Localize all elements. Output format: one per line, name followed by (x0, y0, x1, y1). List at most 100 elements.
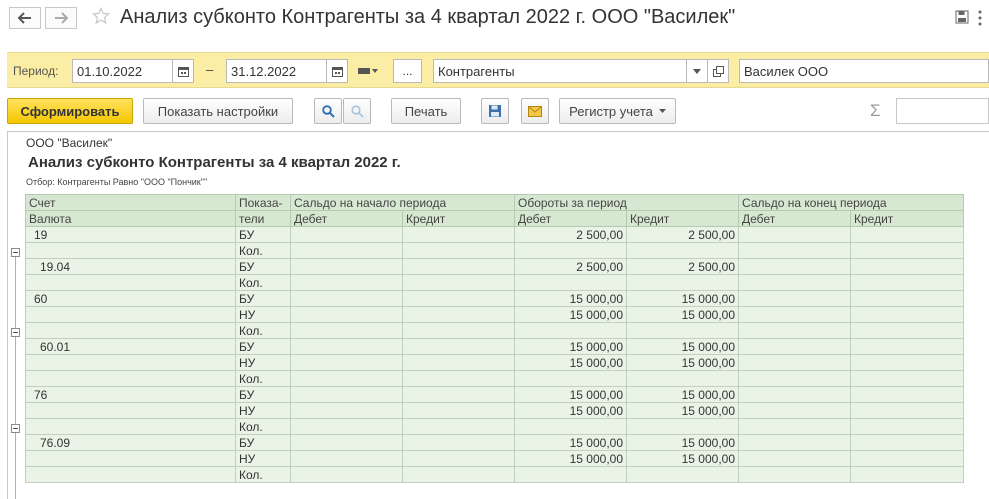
table-row[interactable]: Кол. (25, 274, 965, 291)
row-closing-credit (850, 226, 965, 243)
row-account (25, 418, 236, 435)
row-opening-credit (402, 450, 515, 467)
row-turnover-credit (625, 274, 740, 291)
date-to-input[interactable]: 31.12.2022 (226, 59, 327, 83)
row-indicator: НУ (235, 306, 291, 323)
row-account: 60.01 (25, 338, 236, 355)
star-icon[interactable] (92, 7, 110, 25)
table-row[interactable]: 19 БУ 2 500,00 2 500,00 (25, 226, 965, 243)
table-row[interactable]: Кол. (25, 370, 965, 387)
table-row[interactable]: НУ 15 000,00 15 000,00 (25, 402, 965, 419)
search-button[interactable] (314, 98, 342, 124)
collapse-icon[interactable] (11, 424, 20, 433)
table-row[interactable]: НУ 15 000,00 15 000,00 (25, 450, 965, 467)
row-turnover-credit (625, 370, 740, 387)
generate-button[interactable]: Сформировать (7, 98, 133, 124)
row-indicator: НУ (235, 354, 291, 371)
row-opening-debit (290, 242, 403, 259)
back-button[interactable] (9, 7, 41, 29)
report-area: ООО "Василек" Анализ субконто Контрагент… (7, 131, 989, 499)
search-cancel-icon (350, 104, 364, 118)
table-row[interactable]: Кол. (25, 322, 965, 339)
register-dropdown-button[interactable]: Регистр учета (559, 98, 676, 124)
table-row[interactable]: 76 БУ 15 000,00 15 000,00 (25, 386, 965, 403)
subconto-open-button[interactable] (707, 59, 729, 83)
row-indicator: Кол. (235, 370, 291, 387)
row-turnover-debit: 2 500,00 (514, 226, 627, 243)
table-row[interactable]: НУ 15 000,00 15 000,00 (25, 306, 965, 323)
row-closing-debit (738, 466, 852, 483)
row-indicator: НУ (235, 450, 291, 467)
subconto-type-select[interactable]: Контрагенты (433, 59, 687, 83)
search-cancel-button[interactable] (343, 98, 371, 124)
table-row[interactable]: НУ 15 000,00 15 000,00 (25, 354, 965, 371)
row-closing-debit (738, 258, 852, 275)
row-closing-credit (850, 322, 965, 339)
organization-input[interactable]: Василек ООО (739, 59, 989, 83)
row-account (25, 322, 236, 339)
show-settings-button[interactable]: Показать настройки (143, 98, 293, 124)
row-closing-debit (738, 226, 852, 243)
row-opening-credit (402, 338, 515, 355)
row-turnover-credit (625, 466, 740, 483)
row-opening-credit (402, 354, 515, 371)
header-turnover: Обороты за период (513, 194, 740, 211)
row-opening-debit (290, 434, 403, 451)
table-row[interactable]: Кол. (25, 466, 965, 483)
row-turnover-debit: 15 000,00 (514, 338, 627, 355)
sum-field[interactable] (896, 98, 989, 124)
collapse-icon[interactable] (11, 248, 20, 257)
row-closing-debit (738, 386, 852, 403)
forward-button[interactable] (45, 7, 77, 29)
row-turnover-debit: 15 000,00 (514, 386, 627, 403)
table-row[interactable]: 60.01 БУ 15 000,00 15 000,00 (25, 338, 965, 355)
row-account: 60 (25, 290, 236, 307)
header-opening-credit: Кредит (402, 210, 515, 227)
save-button[interactable] (481, 98, 509, 124)
date-from-input[interactable]: 01.10.2022 (72, 59, 173, 83)
row-closing-debit (738, 338, 852, 355)
collapse-icon[interactable] (11, 328, 20, 337)
subconto-dropdown-button[interactable] (686, 59, 708, 83)
floppy-icon (489, 105, 501, 117)
row-opening-debit (290, 386, 403, 403)
row-turnover-credit: 2 500,00 (625, 258, 740, 275)
report-organization: ООО "Василек" (26, 136, 113, 150)
period-panel: Период: 01.10.2022 – 31.12.2022 ... Конт… (7, 52, 989, 88)
table-row[interactable]: Кол. (25, 242, 965, 259)
table-row[interactable]: 76.09 БУ 15 000,00 15 000,00 (25, 434, 965, 451)
row-turnover-debit (514, 370, 627, 387)
date-from-calendar-button[interactable] (172, 59, 194, 83)
date-to-calendar-button[interactable] (326, 59, 348, 83)
print-button[interactable]: Печать (391, 98, 461, 124)
more-vertical-icon[interactable] (977, 10, 983, 26)
table-row[interactable]: Кол. (25, 418, 965, 435)
row-opening-credit (402, 274, 515, 291)
period-dash: – (206, 62, 214, 77)
row-turnover-credit: 2 500,00 (625, 226, 740, 243)
row-closing-credit (850, 306, 965, 323)
row-opening-credit (402, 386, 515, 403)
row-turnover-credit: 15 000,00 (625, 450, 740, 467)
header-turnover-debit: Дебет (514, 210, 627, 227)
row-indicator: Кол. (235, 418, 291, 435)
arrow-right-icon (55, 12, 68, 24)
row-account: 19.04 (25, 258, 236, 275)
table-row[interactable]: 19.04 БУ 2 500,00 2 500,00 (25, 258, 965, 275)
row-turnover-credit: 15 000,00 (625, 354, 740, 371)
row-closing-debit (738, 370, 852, 387)
row-opening-credit (402, 226, 515, 243)
table-row[interactable]: 60 БУ 15 000,00 15 000,00 (25, 290, 965, 307)
row-closing-debit (738, 450, 852, 467)
period-type-button[interactable] (351, 59, 385, 83)
floppy-icon[interactable] (955, 10, 969, 24)
row-opening-credit (402, 370, 515, 387)
email-button[interactable] (521, 98, 549, 124)
period-label: Период: (13, 64, 59, 78)
row-turnover-debit: 15 000,00 (514, 290, 627, 307)
row-closing-credit (850, 242, 965, 259)
period-select-button[interactable]: ... (393, 59, 422, 83)
row-turnover-credit (625, 322, 740, 339)
calendar-icon (177, 66, 189, 77)
row-closing-credit (850, 418, 965, 435)
